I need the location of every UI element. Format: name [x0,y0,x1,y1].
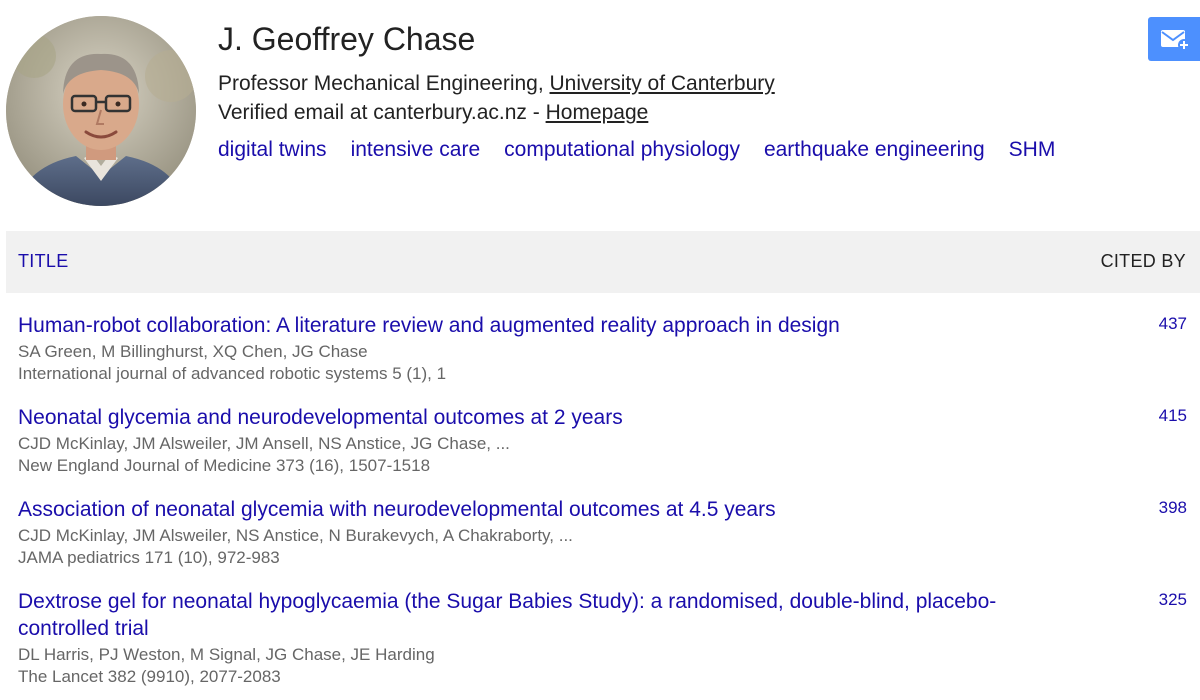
article-authors: SA Green, M Billinghurst, XQ Chen, JG Ch… [18,342,368,361]
verified-email-text: Verified email at canterbury.ac.nz - [218,101,546,124]
cited-by-count[interactable]: 398 [1159,498,1187,518]
sort-by-cited[interactable]: CITED BY [1101,251,1186,272]
interest-earthquake-engineering[interactable]: earthquake engineering [764,136,985,164]
cited-by-count[interactable]: 325 [1159,590,1187,610]
interest-digital-twins[interactable]: digital twins [218,136,327,164]
profile-email: Verified email at canterbury.ac.nz - Hom… [218,100,648,126]
affiliation-link[interactable]: University of Canterbury [550,72,775,95]
article-authors: CJD McKinlay, JM Alsweiler, NS Anstice, … [18,526,573,545]
scholar-profile-page: J. Geoffrey Chase Professor Mechanical E… [0,0,1200,700]
article-title-link[interactable]: Dextrose gel for neonatal hypoglycaemia … [18,588,1058,642]
profile-photo [6,16,196,206]
interest-shm[interactable]: SHM [1009,136,1056,164]
sort-by-title[interactable]: TITLE [18,251,69,272]
article-venue: New England Journal of Medicine 373 (16)… [18,456,431,475]
mail-plus-icon [1161,30,1190,51]
article-title-link[interactable]: Human-robot collaboration: A literature … [18,312,1058,339]
table-row: Dextrose gel for neonatal hypoglycaemia … [0,588,1200,700]
follow-button[interactable] [1148,17,1200,61]
cited-by-count[interactable]: 437 [1159,314,1187,334]
article-title-link[interactable]: Association of neonatal glycemia with ne… [18,496,1058,523]
homepage-link[interactable]: Homepage [546,101,649,124]
article-venue: JAMA pediatrics 171 (10), 972-983 [18,548,280,567]
article-title-link[interactable]: Neonatal glycemia and neurodevelopmental… [18,404,1058,431]
article-authors: DL Harris, PJ Weston, M Signal, JG Chase… [18,645,435,664]
table-row: Association of neonatal glycemia with ne… [0,496,1200,588]
table-row: Neonatal glycemia and neurodevelopmental… [0,404,1200,496]
article-authors: CJD McKinlay, JM Alsweiler, JM Ansell, N… [18,434,510,453]
interest-computational-physiology[interactable]: computational physiology [504,136,740,164]
table-row: Human-robot collaboration: A literature … [0,312,1200,404]
avatar[interactable] [6,16,196,206]
article-venue: The Lancet 382 (9910), 2077-2083 [18,667,281,686]
article-venue: International journal of advanced roboti… [18,364,447,383]
cited-by-count[interactable]: 415 [1159,406,1187,426]
profile-name: J. Geoffrey Chase [218,21,476,57]
articles-table-header: TITLE CITED BY [6,231,1200,293]
research-interests: digital twins intensive care computation… [218,136,1079,164]
interest-intensive-care[interactable]: intensive care [351,136,481,164]
profile-affiliation: Professor Mechanical Engineering, Univer… [218,71,775,97]
affiliation-text: Professor Mechanical Engineering, [218,72,550,95]
articles-list: Human-robot collaboration: A literature … [0,312,1200,700]
